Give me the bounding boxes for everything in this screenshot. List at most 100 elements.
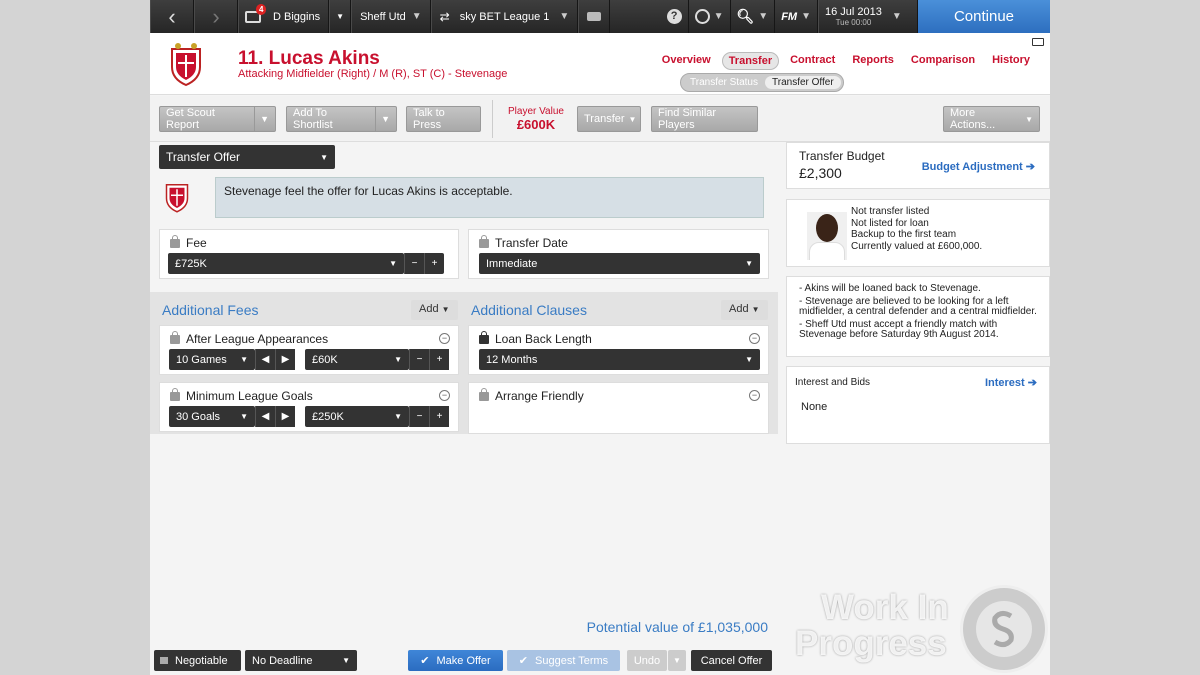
transfer-date-select[interactable]: Immediate ▼ (479, 253, 760, 274)
world-button[interactable]: ▼ (689, 0, 731, 33)
loan-back-card: Loan Back Length − 12 Months ▼ (468, 325, 769, 375)
fm-logo: FM (781, 10, 798, 23)
negotiable-button[interactable]: Negotiable (154, 650, 241, 671)
chevron-down-icon[interactable]: ▼ (375, 107, 390, 131)
interest-link[interactable]: Interest ➔ (985, 376, 1037, 389)
fm-menu[interactable]: FM ▼ (775, 0, 818, 33)
deadline-select[interactable]: No Deadline ▼ (245, 650, 357, 671)
remove-clause-button[interactable]: − (749, 390, 760, 401)
unlock-icon[interactable] (479, 388, 489, 401)
suggest-terms-button[interactable]: ✔ Suggest Terms (507, 650, 620, 671)
status-line: Currently valued at £600,000. (851, 240, 983, 252)
screen-icon[interactable] (1032, 38, 1044, 46)
subtab-transfer-status[interactable]: Transfer Status (683, 76, 765, 89)
league-menu[interactable]: ⇄ sky BET League 1 ▼ (430, 0, 579, 33)
checkmark-icon: ✔ (518, 655, 529, 667)
remove-clause-button[interactable]: − (749, 333, 760, 344)
tab-contract[interactable]: Contract (784, 52, 841, 70)
watermark-line: Progress (795, 624, 947, 663)
appearances-increase-button[interactable]: ▶ (275, 349, 295, 370)
inbox-icon[interactable]: 4 (245, 3, 267, 23)
status-line: Not transfer listed (851, 206, 930, 217)
goals-decrease-button[interactable]: ◀ (255, 406, 275, 427)
goals-increase-button[interactable]: ▶ (275, 406, 295, 427)
arrow-right-icon: ➔ (1025, 161, 1035, 173)
club-menu[interactable]: Sheff Utd ▼ (351, 0, 431, 33)
add-to-shortlist-button[interactable]: Add To Shortlist ▼ (286, 106, 397, 132)
budget-card: Transfer Budget £2,300 Budget Adjustment… (786, 142, 1050, 189)
transfer-date-value: Immediate (486, 257, 538, 270)
fee-select[interactable]: £725K ▼ (168, 253, 404, 274)
help-button[interactable]: ? (661, 0, 689, 33)
get-scout-report-button[interactable]: Get Scout Report ▼ (159, 106, 276, 132)
goals-fee-increase-button[interactable]: + (429, 406, 449, 427)
response-message: Stevenage feel the offer for Lucas Akins… (215, 177, 764, 218)
fee-card: Fee £725K ▼ − + (159, 229, 459, 279)
appearances-fee-decrease-button[interactable]: − (409, 349, 429, 370)
chevron-down-icon: ▼ (240, 355, 248, 364)
tab-transfer[interactable]: Transfer (721, 52, 780, 70)
add-fee-button[interactable]: Add ▼ (411, 300, 458, 320)
appearances-fee-select[interactable]: £60K ▼ (305, 349, 409, 370)
unlock-icon[interactable] (170, 388, 180, 401)
appearances-select[interactable]: 10 Games ▼ (169, 349, 255, 370)
appearances-fee-value: £60K (312, 353, 338, 366)
chevron-down-icon: ▼ (394, 412, 402, 421)
goals-fee-select[interactable]: £250K ▼ (305, 406, 409, 427)
lock-icon[interactable] (479, 331, 489, 344)
tab-history[interactable]: History (986, 52, 1036, 70)
budget-adjustment-link[interactable]: Budget Adjustment ➔ (922, 160, 1035, 173)
add-fee-label: Add (419, 303, 439, 315)
goals-select[interactable]: 30 Goals ▼ (169, 406, 255, 427)
fee-decrease-button[interactable]: − (404, 253, 424, 274)
transfer-subtabs: Transfer Status Transfer Offer (680, 73, 844, 92)
fee-value: £725K (175, 257, 207, 270)
continue-button[interactable]: Continue (918, 0, 1050, 33)
transfer-date-card: Transfer Date Immediate ▼ (468, 229, 769, 279)
back-button[interactable]: ‹ (150, 0, 194, 33)
player-header: 11. Lucas Akins Attacking Midfielder (Ri… (150, 33, 1050, 95)
add-clause-button[interactable]: Add ▼ (721, 300, 768, 320)
date-display[interactable]: 16 Jul 2013 Tue 00:00 ▼ (818, 0, 918, 33)
manager-menu[interactable]: 4 D Biggins (238, 0, 330, 33)
fee-clause-label: After League Appearances (186, 332, 329, 346)
talk-to-press-button[interactable]: Talk to Press (406, 106, 481, 132)
main-window: ‹ › 4 D Biggins ▼ Sheff Utd ▼ ⇄ sky BET … (150, 0, 1050, 675)
find-similar-players-button[interactable]: Find Similar Players (651, 106, 758, 132)
chat-button[interactable] (578, 0, 611, 33)
tab-overview[interactable]: Overview (656, 52, 717, 70)
manager-dropdown[interactable]: ▼ (329, 0, 352, 33)
remove-clause-button[interactable]: − (439, 390, 450, 401)
subtab-transfer-offer[interactable]: Transfer Offer (765, 76, 841, 89)
make-offer-button[interactable]: ✔ Make Offer (408, 650, 503, 671)
chevron-down-icon[interactable]: ▼ (254, 107, 269, 131)
appearances-fee-increase-button[interactable]: + (429, 349, 449, 370)
player-name: 11. Lucas Akins (238, 48, 380, 69)
more-actions-button[interactable]: More Actions... ▼ (943, 106, 1040, 132)
loan-back-select[interactable]: 12 Months ▼ (479, 349, 760, 370)
fee-increase-button[interactable]: + (424, 253, 444, 274)
goals-fee-decrease-button[interactable]: − (409, 406, 429, 427)
action-toolbar: Get Scout Report ▼ Add To Shortlist ▼ Talk… (150, 96, 1050, 142)
undo-button[interactable]: Undo (627, 650, 667, 671)
suggest-terms-label: Suggest Terms (535, 654, 609, 667)
unlock-icon[interactable] (479, 235, 489, 248)
arrange-friendly-label: Arrange Friendly (495, 389, 584, 403)
tab-comparison[interactable]: Comparison (905, 52, 981, 70)
forward-button[interactable]: › (194, 0, 238, 33)
undo-dropdown[interactable]: ▼ (668, 650, 686, 671)
unlock-icon[interactable] (170, 331, 180, 344)
top-navigation-bar: ‹ › 4 D Biggins ▼ Sheff Utd ▼ ⇄ sky BET … (150, 0, 1050, 33)
appearances-decrease-button[interactable]: ◀ (255, 349, 275, 370)
remove-clause-button[interactable]: − (439, 333, 450, 344)
cancel-offer-button[interactable]: Cancel Offer (691, 650, 772, 671)
search-button[interactable]: 🔍︎ ▼ (731, 0, 776, 33)
offer-type-select[interactable]: Transfer Offer ▼ (159, 145, 335, 169)
toolbar-divider (492, 100, 493, 138)
unlock-icon[interactable] (170, 235, 180, 248)
tab-reports[interactable]: Reports (846, 52, 900, 70)
additional-clauses-title: Additional Clauses (471, 302, 587, 318)
status-line: Backup to the first team (851, 229, 957, 240)
search-icon: 🔍︎ (736, 8, 755, 24)
transfer-button[interactable]: Transfer ▼ (577, 106, 641, 132)
